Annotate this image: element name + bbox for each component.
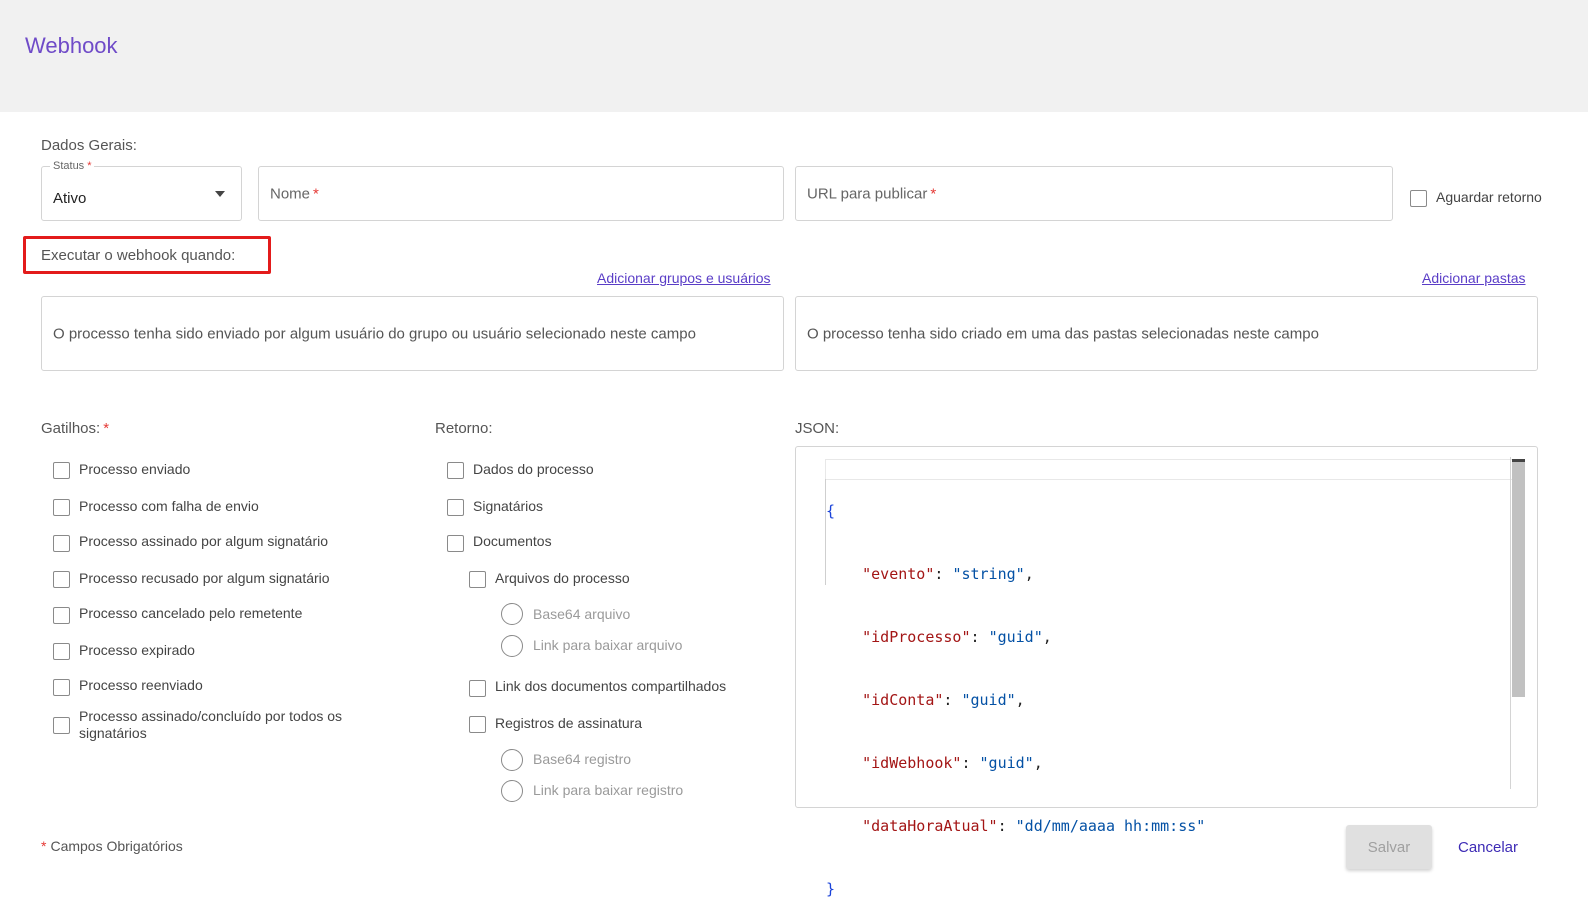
record-base64-label: Base64 registro: [533, 751, 632, 767]
return-signature-records-label: Registros de assinatura: [495, 715, 643, 731]
return-process-files-label: Arquivos do processo: [495, 570, 630, 586]
json-label: JSON:: [795, 420, 840, 437]
add-groups-users-link[interactable]: Adicionar grupos e usuários: [597, 270, 771, 286]
json-line: "idWebhook": "guid",: [862, 754, 1043, 772]
json-line: "dataHoraAtual": "dd/mm/aaaa hh:mm:ss": [862, 817, 1206, 835]
add-folders-link[interactable]: Adicionar pastas: [1422, 270, 1526, 286]
trigger-checkbox[interactable]: [53, 643, 70, 660]
return-process-data-checkbox[interactable]: [447, 462, 464, 479]
return-signature-records-checkbox[interactable]: [469, 716, 486, 733]
record-link-radio[interactable]: [501, 780, 523, 802]
file-base64-label: Base64 arquivo: [533, 606, 631, 622]
record-link-label: Link para baixar registro: [533, 782, 684, 798]
json-line: "idProcesso": "guid",: [862, 628, 1052, 646]
return-shared-docs-label: Link dos documentos compartilhados: [495, 678, 727, 694]
save-button[interactable]: Salvar: [1346, 825, 1432, 869]
trigger-label: Processo com falha de envio: [79, 498, 259, 514]
status-value: Ativo: [53, 190, 87, 207]
general-section-label: Dados Gerais:: [41, 137, 137, 154]
required-fields-note: * Campos Obrigatórios: [41, 838, 183, 854]
trigger-label: Processo recusado por algum signatário: [79, 570, 330, 586]
trigger-label: Processo expirado: [79, 642, 195, 658]
trigger-checkbox[interactable]: [53, 499, 70, 516]
json-close-brace: }: [826, 880, 836, 898]
file-link-label: Link para baixar arquivo: [533, 637, 683, 653]
execute-section-label: Executar o webhook quando:: [41, 247, 236, 264]
page-header: Webhook: [0, 0, 1588, 112]
return-label: Retorno:: [435, 420, 493, 437]
trigger-checkbox[interactable]: [53, 462, 70, 479]
page-title: Webhook: [25, 33, 118, 58]
return-signers-label: Signatários: [473, 498, 544, 514]
url-input[interactable]: URL para publicar *: [795, 166, 1393, 221]
return-documents-label: Documentos: [473, 533, 552, 549]
return-signers-checkbox[interactable]: [447, 499, 464, 516]
name-input[interactable]: Nome *: [258, 166, 784, 221]
file-link-radio[interactable]: [501, 635, 523, 657]
status-select[interactable]: Status * Ativo: [41, 160, 242, 221]
return-shared-docs-checkbox[interactable]: [469, 680, 486, 697]
json-line: "evento": "string",: [862, 565, 1034, 583]
record-base64-radio[interactable]: [501, 749, 523, 771]
users-groups-box-text: O processo tenha sido enviado por algum …: [53, 325, 696, 342]
name-placeholder: Nome *: [270, 185, 319, 202]
cancel-button[interactable]: Cancelar: [1446, 825, 1530, 869]
return-documents-checkbox[interactable]: [447, 535, 464, 552]
json-editor[interactable]: { "evento": "string", "idProcesso": "gui…: [795, 446, 1538, 898]
folders-box[interactable]: O processo tenha sido criado em uma das …: [795, 296, 1538, 371]
return-process-files-checkbox[interactable]: [469, 571, 486, 588]
trigger-checkbox[interactable]: [53, 607, 70, 624]
folders-box-text: O processo tenha sido criado em uma das …: [807, 325, 1319, 342]
wait-return-label: Aguardar retorno: [1436, 189, 1542, 205]
json-code: { "evento": "string", "idProcesso": "gui…: [826, 459, 1205, 902]
trigger-checkbox[interactable]: [53, 679, 70, 696]
url-placeholder: URL para publicar *: [807, 185, 937, 202]
users-groups-box[interactable]: O processo tenha sido enviado por algum …: [41, 296, 784, 371]
json-line: "idConta": "guid",: [862, 691, 1025, 709]
trigger-checkbox[interactable]: [53, 571, 70, 588]
trigger-label: Processo enviado: [79, 461, 191, 477]
caret-down-icon: [215, 191, 225, 197]
trigger-label: Processo cancelado pelo remetente: [79, 605, 303, 621]
json-scrollbar[interactable]: [1512, 459, 1525, 697]
json-scroll-track: [1510, 457, 1511, 789]
wait-return-checkbox[interactable]: [1410, 190, 1427, 207]
status-legend: Status *: [50, 160, 95, 172]
triggers-label: Gatilhos: *: [41, 420, 110, 437]
trigger-checkbox[interactable]: [53, 535, 70, 552]
trigger-checkbox[interactable]: [53, 717, 70, 734]
return-process-data-label: Dados do processo: [473, 461, 594, 477]
trigger-label: Processo assinado/concluído por todos os…: [79, 708, 343, 741]
json-open-brace: {: [826, 502, 836, 520]
trigger-label: Processo reenviado: [79, 677, 203, 693]
trigger-label: Processo assinado por algum signatário: [79, 533, 329, 549]
file-base64-radio[interactable]: [501, 603, 523, 625]
